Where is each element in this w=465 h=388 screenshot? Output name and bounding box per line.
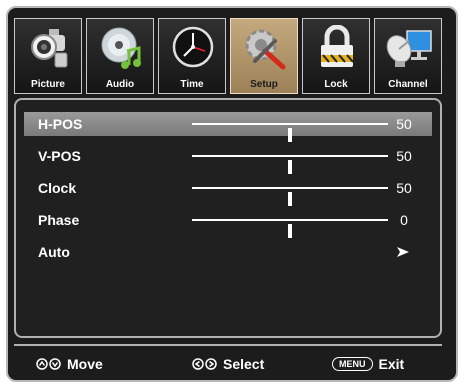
phase-slider-track[interactable] bbox=[192, 219, 388, 238]
setting-value: 50 bbox=[396, 116, 412, 132]
up-down-arrows-icon bbox=[36, 358, 61, 370]
menu-key-icon: MENU bbox=[332, 357, 373, 371]
setting-row-clock[interactable]: Clock 50 bbox=[24, 176, 432, 206]
setting-label: Clock bbox=[38, 180, 77, 196]
arrow-right-icon bbox=[397, 247, 409, 257]
music-cd-icon bbox=[101, 27, 141, 69]
camcorder-icon bbox=[31, 29, 68, 68]
tab-label: Setup bbox=[250, 79, 278, 90]
tab-channel[interactable]: Channel bbox=[374, 18, 442, 94]
tab-lock[interactable]: Lock bbox=[302, 18, 370, 94]
tab-label: Picture bbox=[31, 79, 65, 90]
setting-value: 50 bbox=[396, 180, 412, 196]
tab-label: Time bbox=[180, 79, 204, 90]
tab-audio[interactable]: Audio bbox=[86, 18, 154, 94]
select-hint: Select bbox=[192, 356, 264, 372]
satellite-dish-icon bbox=[386, 30, 432, 67]
h-pos-slider-track[interactable] bbox=[192, 123, 388, 142]
slider-knob[interactable] bbox=[288, 128, 292, 142]
select-label: Select bbox=[223, 356, 265, 372]
setting-label: V-POS bbox=[38, 148, 81, 164]
setup-settings-panel: H-POS 50 V-POS 50 Clock 50 Phase 0 Auto bbox=[14, 98, 442, 338]
tab-time[interactable]: Time bbox=[158, 18, 226, 94]
setting-value: 50 bbox=[396, 148, 412, 164]
tab-label: Channel bbox=[388, 79, 428, 90]
clock-slider-track[interactable] bbox=[192, 187, 388, 206]
tab-label: Lock bbox=[324, 79, 348, 90]
setup-tools-icon bbox=[245, 29, 286, 70]
tab-label: Audio bbox=[105, 79, 135, 90]
slider-knob[interactable] bbox=[288, 224, 292, 238]
v-pos-slider-track[interactable] bbox=[192, 155, 388, 174]
move-label: Move bbox=[67, 356, 103, 372]
setting-row-phase[interactable]: Phase 0 bbox=[24, 208, 432, 238]
setting-label: Auto bbox=[38, 244, 70, 260]
exit-label: Exit bbox=[378, 356, 405, 372]
help-bar: Move Select MENU Exit bbox=[14, 344, 442, 378]
setting-label: H-POS bbox=[38, 116, 83, 132]
setting-row-auto[interactable]: Auto bbox=[24, 240, 432, 264]
setting-value: 0 bbox=[400, 212, 408, 228]
setting-label: Phase bbox=[38, 212, 80, 228]
exit-hint: MENU Exit bbox=[332, 356, 404, 372]
setting-row-v-pos[interactable]: V-POS 50 bbox=[24, 144, 432, 174]
setting-row-h-pos[interactable]: H-POS 50 bbox=[24, 112, 432, 142]
tab-setup[interactable]: Setup bbox=[230, 18, 298, 94]
move-hint: Move bbox=[36, 356, 103, 372]
padlock-icon bbox=[321, 25, 354, 67]
tab-picture[interactable]: Picture bbox=[14, 18, 82, 94]
left-right-arrows-icon bbox=[192, 358, 217, 370]
clock-icon bbox=[172, 26, 214, 68]
slider-knob[interactable] bbox=[288, 192, 292, 206]
menu-tab-bar: Picture Audio Time Setup Lock Channel bbox=[14, 18, 442, 96]
slider-knob[interactable] bbox=[288, 160, 292, 174]
